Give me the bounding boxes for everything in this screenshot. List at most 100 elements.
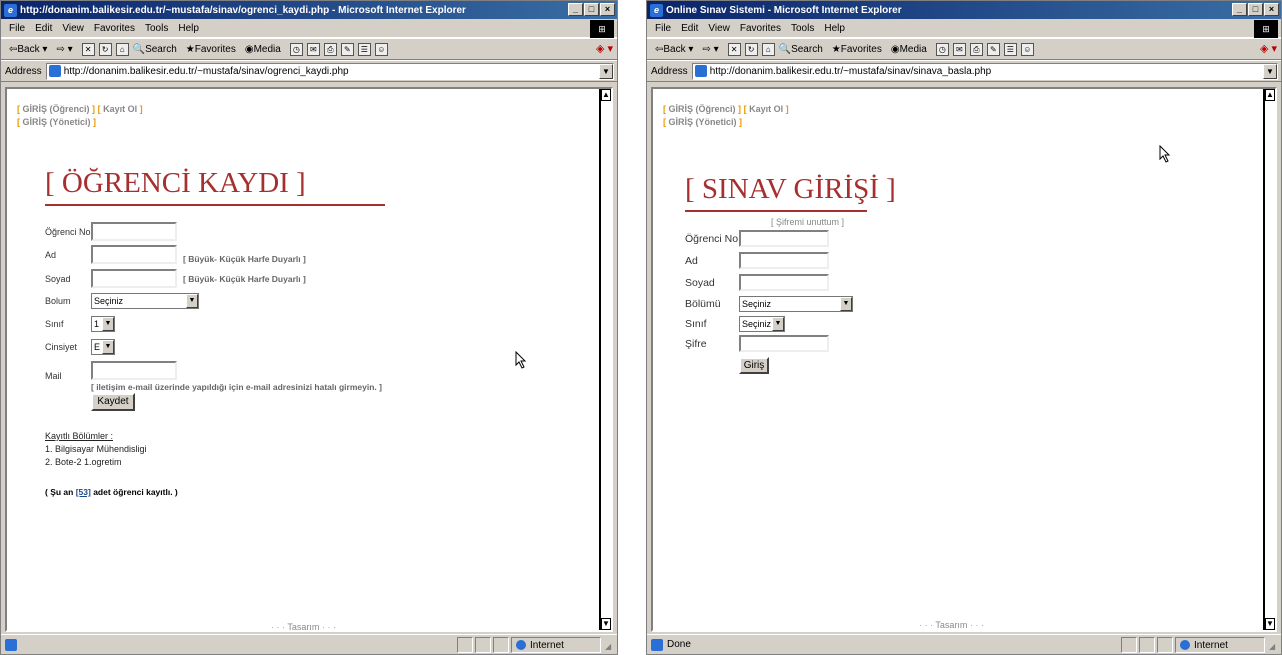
favorites-button[interactable]: ★Favorites bbox=[186, 44, 236, 55]
forward-button[interactable]: ⇨ ▾ bbox=[56, 44, 72, 55]
login-button[interactable]: Giriş bbox=[739, 357, 769, 374]
home-icon[interactable]: ⌂ bbox=[761, 42, 775, 56]
maximize-button[interactable]: □ bbox=[1248, 3, 1263, 16]
menu-favorites[interactable]: Favorites bbox=[740, 23, 781, 34]
scroll-down-icon[interactable]: ▼ bbox=[601, 618, 611, 630]
name-input[interactable] bbox=[91, 245, 177, 264]
menu-edit[interactable]: Edit bbox=[681, 23, 698, 34]
menu-help[interactable]: Help bbox=[824, 23, 845, 34]
menu-help[interactable]: Help bbox=[178, 23, 199, 34]
class-select[interactable]: 1 ▼ bbox=[91, 316, 115, 332]
print-icon[interactable]: ⎙ bbox=[969, 42, 983, 56]
discuss-icon[interactable]: ☰ bbox=[357, 42, 371, 56]
student-no-input[interactable] bbox=[739, 230, 829, 247]
save-button[interactable]: Kaydet bbox=[91, 393, 135, 411]
gender-row: Cinsiyet E ▼ bbox=[45, 339, 115, 355]
search-button[interactable]: 🔍Search bbox=[133, 44, 177, 55]
department-row: Bölümü Seçiniz ▼ bbox=[685, 296, 853, 312]
class-select[interactable]: Seçiniz ▼ bbox=[739, 316, 785, 332]
research-icon[interactable]: ◈ ▾ bbox=[1260, 42, 1277, 55]
surname-input[interactable] bbox=[91, 269, 177, 288]
chevron-down-icon: ▼ bbox=[102, 317, 114, 331]
mail-icon[interactable]: ✉ bbox=[952, 42, 966, 56]
menu-edit[interactable]: Edit bbox=[35, 23, 52, 34]
minimize-button[interactable]: _ bbox=[1232, 3, 1247, 16]
menu-file[interactable]: File bbox=[655, 23, 671, 34]
menu-tools[interactable]: Tools bbox=[791, 23, 814, 34]
nav-links: [ GİRİŞ (Öğrenci) ] [ Kayıt Ol ] [ GİRİŞ… bbox=[663, 104, 789, 127]
research-icon[interactable]: ◈ ▾ bbox=[596, 42, 613, 55]
search-button[interactable]: 🔍Search bbox=[779, 44, 823, 55]
history-icon[interactable]: ◷ bbox=[935, 42, 949, 56]
resize-grip-icon[interactable]: ◢ bbox=[605, 642, 615, 652]
home-icon[interactable]: ⌂ bbox=[115, 42, 129, 56]
back-button[interactable]: ⇦Back ▾ bbox=[655, 44, 693, 55]
department-label: Bölümü bbox=[685, 298, 721, 310]
scrollbar[interactable]: ▲ ▼ bbox=[599, 89, 611, 630]
maximize-button[interactable]: □ bbox=[584, 3, 599, 16]
resize-grip-icon[interactable]: ◢ bbox=[1269, 642, 1279, 652]
address-dropdown-icon[interactable]: ▼ bbox=[599, 63, 613, 79]
department-select[interactable]: Seçiniz ▼ bbox=[91, 293, 199, 309]
scroll-down-icon[interactable]: ▼ bbox=[1265, 618, 1275, 630]
mail-icon[interactable]: ✉ bbox=[306, 42, 320, 56]
security-zone: Internet bbox=[1175, 637, 1265, 653]
menu-file[interactable]: File bbox=[9, 23, 25, 34]
surname-row: Soyad bbox=[685, 274, 829, 291]
minimize-button[interactable]: _ bbox=[568, 3, 583, 16]
menu-view[interactable]: View bbox=[708, 23, 730, 34]
address-input[interactable]: http://donanim.balikesir.edu.tr/~mustafa… bbox=[45, 62, 614, 80]
toolbar: ⇦Back ▾ ⇨ ▾ ✕ ↻ ⌂ 🔍Search ★Favorites ◉Me… bbox=[647, 38, 1281, 60]
forgot-password-link[interactable]: [ Şifremi unuttum ] bbox=[771, 217, 844, 227]
address-input[interactable]: http://donanim.balikesir.edu.tr/~mustafa… bbox=[691, 62, 1278, 80]
surname-input[interactable] bbox=[739, 274, 829, 291]
media-button[interactable]: ◉Media bbox=[891, 44, 927, 55]
class-label: Sınıf bbox=[45, 319, 64, 329]
student-no-label: Öğrenci No bbox=[45, 226, 91, 237]
link-login-student[interactable]: GİRİŞ (Öğrenci) bbox=[669, 104, 736, 114]
title-bar[interactable]: e http://donanim.balikesir.edu.tr/~musta… bbox=[1, 1, 617, 19]
link-register[interactable]: Kayıt Ol bbox=[103, 104, 137, 114]
back-button[interactable]: ⇦Back ▾ bbox=[9, 44, 47, 55]
menu-view[interactable]: View bbox=[62, 23, 84, 34]
link-register[interactable]: Kayıt Ol bbox=[749, 104, 783, 114]
print-icon[interactable]: ⎙ bbox=[323, 42, 337, 56]
stop-icon[interactable]: ✕ bbox=[81, 42, 95, 56]
link-login-admin[interactable]: GİRİŞ (Yönetici) bbox=[669, 117, 737, 127]
history-icon[interactable]: ◷ bbox=[289, 42, 303, 56]
name-row: Ad bbox=[685, 252, 829, 269]
address-dropdown-icon[interactable]: ▼ bbox=[1263, 63, 1277, 79]
mail-input[interactable] bbox=[91, 361, 177, 380]
department-select[interactable]: Seçiniz ▼ bbox=[739, 296, 853, 312]
link-login-admin[interactable]: GİRİŞ (Yönetici) bbox=[23, 117, 91, 127]
link-login-student[interactable]: GİRİŞ (Öğrenci) bbox=[23, 104, 90, 114]
title-bar[interactable]: e Online Sınav Sistemi - Microsoft Inter… bbox=[647, 1, 1281, 19]
gender-select[interactable]: E ▼ bbox=[91, 339, 115, 355]
close-button[interactable]: × bbox=[1264, 3, 1279, 16]
messenger-icon[interactable]: ☺ bbox=[1020, 42, 1034, 56]
stop-icon[interactable]: ✕ bbox=[727, 42, 741, 56]
name-input[interactable] bbox=[739, 252, 829, 269]
menu-favorites[interactable]: Favorites bbox=[94, 23, 135, 34]
student-no-input[interactable] bbox=[91, 222, 177, 241]
status-text: Done bbox=[667, 639, 691, 650]
favorites-button[interactable]: ★Favorites bbox=[832, 44, 882, 55]
scroll-up-icon[interactable]: ▲ bbox=[1265, 89, 1275, 101]
password-input[interactable] bbox=[739, 335, 829, 352]
close-button[interactable]: × bbox=[600, 3, 615, 16]
media-button[interactable]: ◉Media bbox=[245, 44, 281, 55]
messenger-icon[interactable]: ☺ bbox=[374, 42, 388, 56]
edit-icon[interactable]: ✎ bbox=[986, 42, 1000, 56]
address-label: Address bbox=[651, 65, 688, 77]
discuss-icon[interactable]: ☰ bbox=[1003, 42, 1017, 56]
address-bar: Address http://donanim.balikesir.edu.tr/… bbox=[647, 60, 1281, 82]
refresh-icon[interactable]: ↻ bbox=[98, 42, 112, 56]
globe-icon bbox=[1180, 640, 1190, 650]
scrollbar[interactable]: ▲ ▼ bbox=[1263, 89, 1275, 630]
menu-tools[interactable]: Tools bbox=[145, 23, 168, 34]
refresh-icon[interactable]: ↻ bbox=[744, 42, 758, 56]
address-url: http://donanim.balikesir.edu.tr/~mustafa… bbox=[709, 65, 992, 77]
forward-button[interactable]: ⇨ ▾ bbox=[702, 44, 718, 55]
edit-icon[interactable]: ✎ bbox=[340, 42, 354, 56]
scroll-up-icon[interactable]: ▲ bbox=[601, 89, 611, 101]
